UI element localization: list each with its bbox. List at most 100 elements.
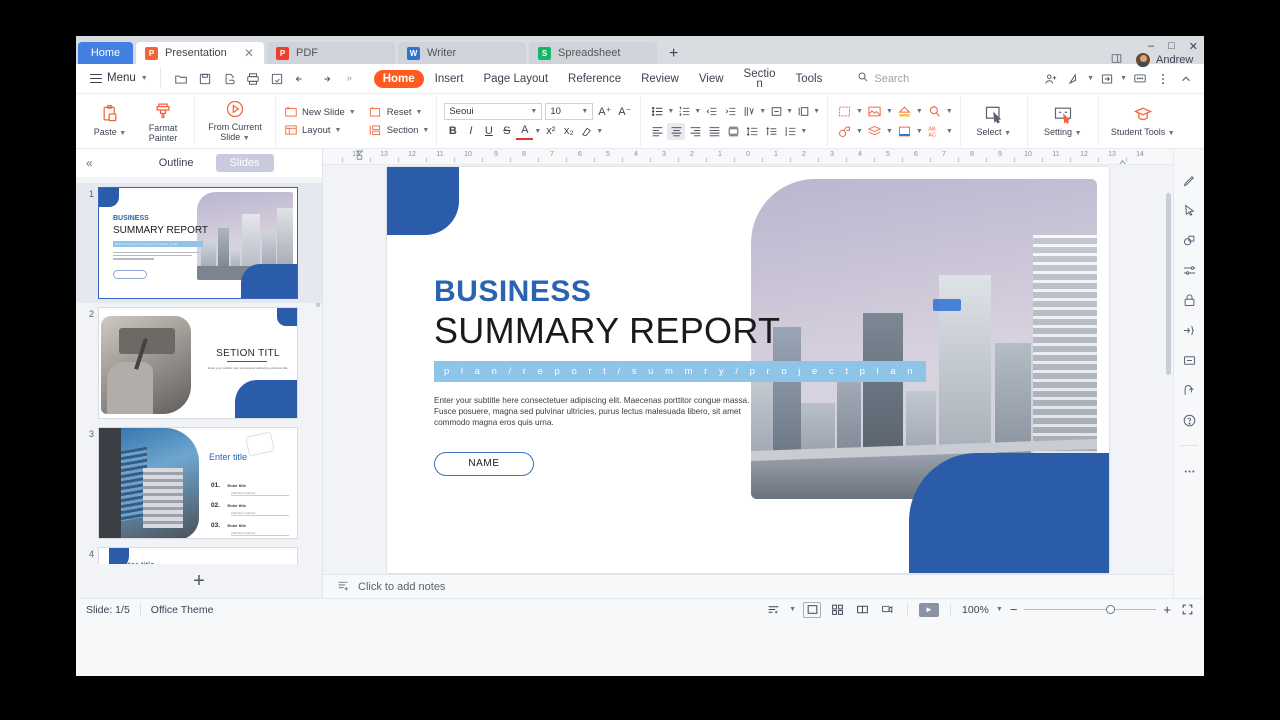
paragraph-spacing-icon[interactable] (762, 123, 780, 140)
from-current-slide-button[interactable]: From Current Slide ▼ (202, 98, 268, 144)
frame-icon[interactable] (1180, 351, 1198, 369)
slide-canvas[interactable]: BUSINESS SUMMARY REPORT p l a n / r e p … (387, 166, 1109, 573)
superscript-button[interactable]: x² (542, 123, 559, 140)
chevron-down-icon[interactable]: ▼ (694, 108, 701, 115)
ribbon-tab-section[interactable]: Sectio n (735, 66, 785, 92)
reading-view-icon[interactable] (853, 602, 871, 618)
select-button[interactable]: Select ▼ (968, 103, 1020, 139)
collapse-ribbon-icon[interactable] (1176, 68, 1196, 89)
theme-label[interactable]: Office Theme (151, 604, 214, 616)
arrange-icon[interactable] (865, 123, 884, 140)
presenter-view-icon[interactable] (878, 602, 896, 618)
shape-outline-icon[interactable] (835, 123, 854, 140)
font-family-select[interactable]: Seoui ▼ (444, 102, 543, 120)
distribute-icon[interactable] (724, 123, 742, 140)
indent-marker[interactable] (1118, 153, 1127, 164)
ribbon-tab-page-layout[interactable]: Page Layout (474, 70, 557, 88)
italic-button[interactable]: I (462, 123, 479, 140)
section-button[interactable]: Section ▼ (368, 123, 429, 138)
chevron-down-icon[interactable]: ▼ (916, 108, 923, 115)
adjust-sliders-icon[interactable] (1180, 261, 1198, 279)
chevron-down-icon[interactable]: ▼ (789, 606, 796, 613)
restore-window-icon[interactable] (1110, 52, 1123, 70)
share-icon[interactable] (1064, 68, 1084, 89)
chevron-down-icon[interactable]: ▼ (946, 128, 953, 135)
student-tools-button[interactable]: Student Tools ▼ (1106, 103, 1180, 139)
chevron-down-icon[interactable]: ▼ (946, 108, 953, 115)
tab-spreadsheet[interactable]: S Spreadsheet (529, 42, 657, 64)
export-pdf-icon[interactable] (267, 68, 288, 89)
new-slide-button[interactable]: New Slide ▼ (283, 105, 356, 120)
ribbon-tab-view[interactable]: View (690, 70, 733, 88)
slide-title-small[interactable]: BUSINESS (434, 275, 591, 309)
slide-title-large[interactable]: SUMMARY REPORT (434, 310, 780, 352)
brace-icon[interactable] (1180, 321, 1198, 339)
comment-icon[interactable] (1130, 68, 1150, 89)
tab-slides[interactable]: Slides (215, 154, 274, 172)
ribbon-tab-reference[interactable]: Reference (559, 70, 630, 88)
chevron-down-icon[interactable]: ▼ (534, 128, 541, 135)
find-icon[interactable] (925, 103, 944, 120)
slide-photo[interactable] (751, 178, 1097, 499)
notes-pane[interactable]: Click to add notes (323, 574, 1173, 598)
share-user-icon[interactable] (1041, 68, 1061, 89)
open-icon[interactable] (171, 68, 192, 89)
tab-writer[interactable]: W Writer (398, 42, 526, 64)
user-account[interactable]: Andrew (1136, 53, 1193, 67)
bullets-icon[interactable] (648, 103, 666, 120)
setting-button[interactable]: Setting ▼ (1035, 103, 1091, 139)
shapes-icon[interactable] (895, 103, 914, 120)
slide-thumbnail-2[interactable]: 2 SETION TITL Enter your subtitle here c… (76, 303, 322, 423)
slide-sorter-icon[interactable] (828, 602, 846, 618)
align-right-icon[interactable] (686, 123, 704, 140)
font-size-select[interactable]: 10 ▼ (545, 102, 594, 120)
ribbon-tab-insert[interactable]: Insert (426, 70, 473, 88)
scrollbar-thumb[interactable] (1166, 193, 1171, 375)
increase-indent-icon[interactable] (721, 103, 739, 120)
menu-button[interactable]: Menu ▼ (84, 72, 154, 86)
format-painter-button[interactable]: Farmat Painter (139, 99, 187, 143)
slide-thumbnail-4[interactable]: 4 Enter title Enter your subtitle here c… (76, 543, 322, 564)
zoom-in-button[interactable]: + (1163, 602, 1171, 617)
play-slideshow-icon[interactable]: ► (919, 602, 940, 617)
chevron-down-icon[interactable]: ▼ (800, 128, 807, 135)
picture-icon[interactable] (865, 103, 884, 120)
redo-icon[interactable] (315, 68, 336, 89)
minimize-button[interactable]: – (1148, 40, 1154, 52)
zoom-level-label[interactable]: 100% (962, 604, 989, 616)
justify-icon[interactable] (705, 123, 723, 140)
curve-icon[interactable] (1180, 381, 1198, 399)
chevron-down-icon[interactable]: ▼ (916, 128, 923, 135)
text-box-icon[interactable] (835, 103, 854, 120)
undo-icon[interactable] (291, 68, 312, 89)
text-direction-icon[interactable] (740, 103, 758, 120)
chevron-down-icon[interactable]: ▼ (596, 128, 603, 135)
slide-subtitle-band[interactable]: p l a n / r e p o r t / s u m m r y / p … (434, 360, 926, 382)
print-icon[interactable] (243, 68, 264, 89)
reset-button[interactable]: Reset ▼ (368, 105, 430, 120)
notes-view-icon[interactable] (764, 602, 782, 618)
decrease-indent-icon[interactable] (702, 103, 720, 120)
increase-font-size-button[interactable]: A⁺ (596, 103, 613, 120)
slide-body-text[interactable]: Enter your subtitle here consectetuer ad… (434, 395, 764, 428)
help-icon[interactable] (1180, 411, 1198, 429)
layout-button[interactable]: Layout ▼ (283, 123, 356, 138)
normal-view-icon[interactable] (803, 601, 822, 618)
tab-pdf[interactable]: P PDF (267, 42, 395, 64)
close-icon[interactable]: ✕ (244, 46, 254, 60)
zoom-slider[interactable] (1024, 604, 1157, 616)
shapes-icon[interactable] (1180, 231, 1198, 249)
slide-name-button[interactable]: NAME (434, 451, 534, 476)
ribbon-tab-review[interactable]: Review (632, 70, 688, 88)
chevron-down-icon[interactable]: ▼ (759, 108, 766, 115)
chevron-down-icon[interactable]: ▼ (856, 128, 863, 135)
more-chevron-icon[interactable]: » (339, 68, 360, 89)
chevron-down-icon[interactable]: ▼ (886, 108, 893, 115)
more-icon[interactable] (1180, 462, 1198, 480)
chevron-down-icon[interactable]: ▼ (856, 108, 863, 115)
zoom-out-button[interactable]: − (1010, 602, 1018, 617)
horizontal-ruler[interactable]: 14 13 12 11 10 9 8 7 6 5 4 3 2 1 0 1 2 3 4 5 6 7 8 9 10 11 12 13 14 (323, 149, 1173, 165)
fit-to-window-icon[interactable] (1178, 602, 1196, 618)
tab-presentation[interactable]: P Presentation ✕ (136, 42, 264, 64)
paste-button[interactable]: Paste ▼ (89, 103, 131, 139)
